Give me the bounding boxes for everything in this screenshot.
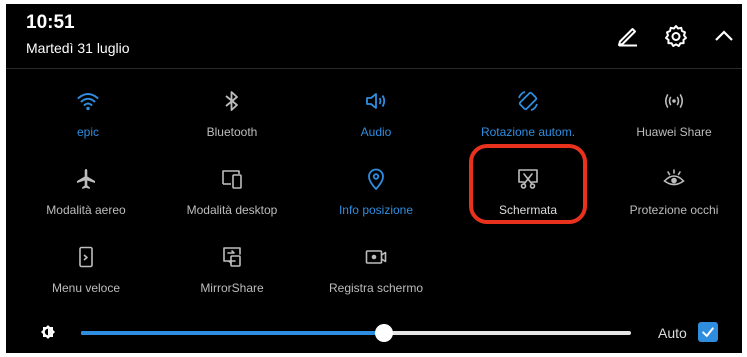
- tile-label: Protezione occhi: [629, 203, 719, 217]
- bluetooth-icon: [217, 86, 247, 116]
- desktop-mode-icon: [217, 164, 247, 194]
- wifi-icon: [73, 86, 103, 116]
- screenshot-icon: [513, 164, 543, 194]
- auto-rotate-icon: [513, 86, 543, 116]
- quick-settings-panel: 10:51 Martedì 31 luglio epic Bluetooth A…: [6, 4, 742, 353]
- tile-label: Rotazione autom.: [480, 125, 576, 139]
- status-time: 10:51: [26, 12, 75, 33]
- tile-airplane[interactable]: Modalità aereo: [16, 164, 156, 226]
- tile-quick-menu[interactable]: Menu veloce: [16, 242, 156, 304]
- tile-audio[interactable]: Audio: [306, 86, 446, 148]
- tile-mirrorshare[interactable]: MirrorShare: [162, 242, 302, 304]
- location-icon: [361, 164, 391, 194]
- tile-screenshot[interactable]: Schermata: [458, 164, 598, 226]
- gear-icon[interactable]: [662, 22, 690, 50]
- quick-menu-icon: [71, 242, 101, 272]
- tile-bluetooth[interactable]: Bluetooth: [162, 86, 302, 148]
- tile-eye-comfort[interactable]: Protezione occhi: [604, 164, 742, 226]
- brightness-slider-thumb[interactable]: [374, 324, 393, 342]
- brightness-slider-fill: [81, 331, 384, 335]
- header-divider: [6, 68, 742, 69]
- tile-label: Modalità desktop: [186, 203, 278, 217]
- brightness-icon: [36, 320, 60, 344]
- tile-label: Bluetooth: [206, 125, 258, 139]
- tile-huawei-share[interactable]: Huawei Share: [604, 86, 742, 148]
- tile-label: epic: [76, 125, 99, 139]
- tile-label: Registra schermo: [328, 281, 424, 295]
- auto-brightness-label: Auto: [658, 325, 687, 341]
- tile-location[interactable]: Info posizione: [306, 164, 446, 226]
- speaker-icon: [361, 86, 391, 116]
- tile-label: Huawei Share: [636, 125, 712, 139]
- tile-label: Info posizione: [338, 203, 414, 217]
- tile-label: MirrorShare: [200, 281, 264, 295]
- status-date: Martedì 31 luglio: [26, 40, 130, 56]
- mirrorshare-icon: [217, 242, 247, 272]
- tile-screen-record[interactable]: Registra schermo: [306, 242, 446, 304]
- tile-auto-rotate[interactable]: Rotazione autom.: [458, 86, 598, 148]
- edit-icon[interactable]: [614, 22, 642, 50]
- screen-record-icon: [361, 242, 391, 272]
- tile-label: Menu veloce: [51, 281, 121, 295]
- tile-wifi[interactable]: epic: [18, 86, 158, 148]
- auto-brightness-checkbox[interactable]: [698, 322, 718, 342]
- huawei-share-icon: [659, 86, 689, 116]
- check-icon: [702, 327, 714, 337]
- tile-label: Schermata: [498, 203, 558, 217]
- tile-desktop-mode[interactable]: Modalità desktop: [162, 164, 302, 226]
- brightness-slider[interactable]: [81, 324, 631, 342]
- airplane-icon: [71, 164, 101, 194]
- tile-label: Modalità aereo: [46, 203, 126, 217]
- eye-icon: [659, 164, 689, 194]
- tile-label: Audio: [360, 125, 392, 139]
- chevron-up-icon[interactable]: [710, 22, 738, 50]
